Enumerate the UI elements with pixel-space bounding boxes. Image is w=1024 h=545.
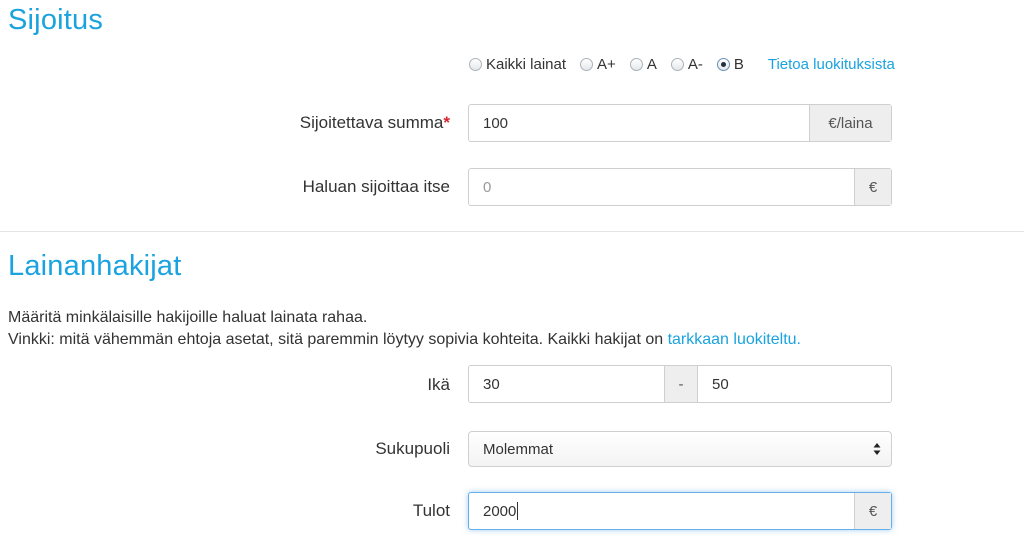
income-label: Tulot <box>412 501 450 520</box>
rating-option-a-plus[interactable]: A+ <box>580 56 616 73</box>
classification-link[interactable]: tarkkaan luokiteltu. <box>668 331 801 348</box>
rating-option-a[interactable]: A <box>629 56 657 73</box>
self-invest-unit: € <box>854 169 891 205</box>
radio-icon[interactable] <box>670 58 684 71</box>
income-value: 2000 <box>483 502 517 520</box>
radio-icon[interactable] <box>580 58 594 71</box>
income-input[interactable]: 2000 <box>469 493 854 529</box>
section-title-investment: Sijoitus <box>8 4 104 36</box>
age-max-input[interactable] <box>698 366 891 402</box>
applicants-intro-line1: Määritä minkälaisille hakijoille haluat … <box>8 309 368 326</box>
radio-checked-icon[interactable] <box>716 58 730 71</box>
rating-filter: Kaikki lainat A+ A A- B Tietoa luokituks… <box>469 56 895 73</box>
rating-info-link[interactable]: Tietoa luokituksista <box>768 56 895 73</box>
gender-selected-value: Molemmat <box>483 440 554 458</box>
section-title-applicants: Lainanhakijat <box>8 250 182 282</box>
self-invest-label: Haluan sijoittaa itse <box>302 177 450 196</box>
applicants-intro-line2: Vinkki: mitä vähemmän ehtoja asetat, sit… <box>8 329 1020 351</box>
applicants-intro: Määritä minkälaisille hakijoille haluat … <box>8 307 1020 351</box>
investment-amount-group: €/laina <box>468 104 892 142</box>
investment-amount-label: Sijoitettava summa* <box>150 113 450 133</box>
rating-option-label: A+ <box>597 56 616 73</box>
income-unit: € <box>854 493 891 529</box>
rating-option-label: A <box>646 56 657 73</box>
gender-select[interactable]: Molemmat <box>468 431 892 467</box>
section-divider <box>0 231 1024 232</box>
required-marker: * <box>443 113 450 132</box>
rating-option-b[interactable]: B <box>716 56 744 73</box>
rating-option-label: A- <box>687 56 703 73</box>
rating-option-label: Kaikki lainat <box>486 56 567 73</box>
radio-icon[interactable] <box>629 58 643 71</box>
age-range-separator: - <box>664 366 698 402</box>
investment-amount-unit: €/laina <box>809 105 891 141</box>
age-min-input[interactable] <box>469 366 664 402</box>
self-invest-input[interactable] <box>469 169 854 205</box>
radio-icon[interactable] <box>469 58 482 71</box>
age-range-group: - <box>468 365 892 403</box>
gender-label: Sukupuoli <box>375 439 450 458</box>
self-invest-group: € <box>468 168 892 206</box>
rating-option-a-minus[interactable]: A- <box>670 56 703 73</box>
applicants-tip-text: Vinkki: mitä vähemmän ehtoja asetat, sit… <box>8 331 668 348</box>
age-label: Ikä <box>427 375 450 394</box>
text-cursor <box>517 502 519 520</box>
rating-option-label: B <box>733 56 744 73</box>
investment-amount-label-text: Sijoitettava summa <box>299 113 444 132</box>
select-arrows-icon <box>873 443 881 455</box>
income-group: 2000 € <box>468 492 892 530</box>
investment-amount-input[interactable] <box>469 105 809 141</box>
rating-option-all[interactable]: Kaikki lainat <box>469 56 566 73</box>
